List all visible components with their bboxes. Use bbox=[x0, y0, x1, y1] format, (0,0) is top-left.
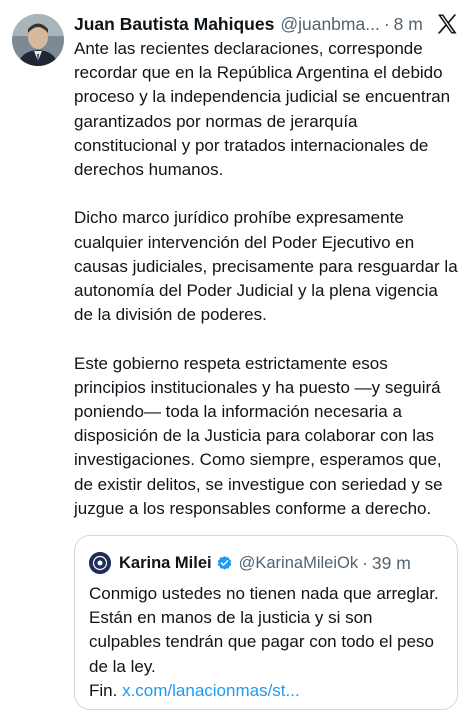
quoted-timestamp[interactable]: 39 m bbox=[372, 553, 411, 574]
tweet-paragraph-3: Este gobierno respeta estrictamente esos… bbox=[74, 353, 443, 518]
tweet-paragraph-1: Ante las recientes declaraciones, corres… bbox=[74, 39, 451, 180]
tweet-header: Juan Bautista Mahiques @juanbma... · 8 m bbox=[74, 12, 434, 36]
quoted-tweet-header: Karina Milei @KarinaMileiOk · 39 m bbox=[89, 551, 449, 575]
quoted-author-name[interactable]: Karina Milei bbox=[119, 554, 212, 573]
quoted-author-handle[interactable]: @KarinaMileiOk bbox=[239, 554, 358, 573]
quoted-tweet-card[interactable]: Karina Milei @KarinaMileiOk · 39 m Conmi… bbox=[74, 535, 458, 710]
quoted-author-avatar[interactable] bbox=[89, 552, 111, 574]
tweet[interactable]: Juan Bautista Mahiques @juanbma... · 8 m… bbox=[0, 0, 470, 720]
author-handle[interactable]: @juanbma... bbox=[280, 14, 379, 35]
x-logo-icon bbox=[435, 12, 459, 36]
quoted-tweet-link[interactable]: x.com/lanacionmas/st... bbox=[122, 681, 300, 700]
quoted-tweet-text: Conmigo ustedes no tienen nada que arreg… bbox=[89, 582, 439, 703]
tweet-paragraph-2: Dicho marco jurídico prohíbe expresament… bbox=[74, 208, 458, 325]
author-avatar[interactable] bbox=[12, 14, 64, 66]
quoted-tweet-suffix: Fin. bbox=[89, 680, 118, 700]
tweet-text: Ante las recientes declaraciones, corres… bbox=[74, 37, 460, 521]
author-name[interactable]: Juan Bautista Mahiques bbox=[74, 14, 274, 35]
quoted-tweet-body: Conmigo ustedes no tienen nada que arreg… bbox=[89, 584, 439, 676]
tweet-timestamp[interactable]: 8 m bbox=[394, 14, 423, 35]
quoted-separator-dot: · bbox=[362, 552, 368, 573]
separator-dot: · bbox=[383, 13, 390, 34]
verified-badge-icon bbox=[217, 555, 231, 570]
